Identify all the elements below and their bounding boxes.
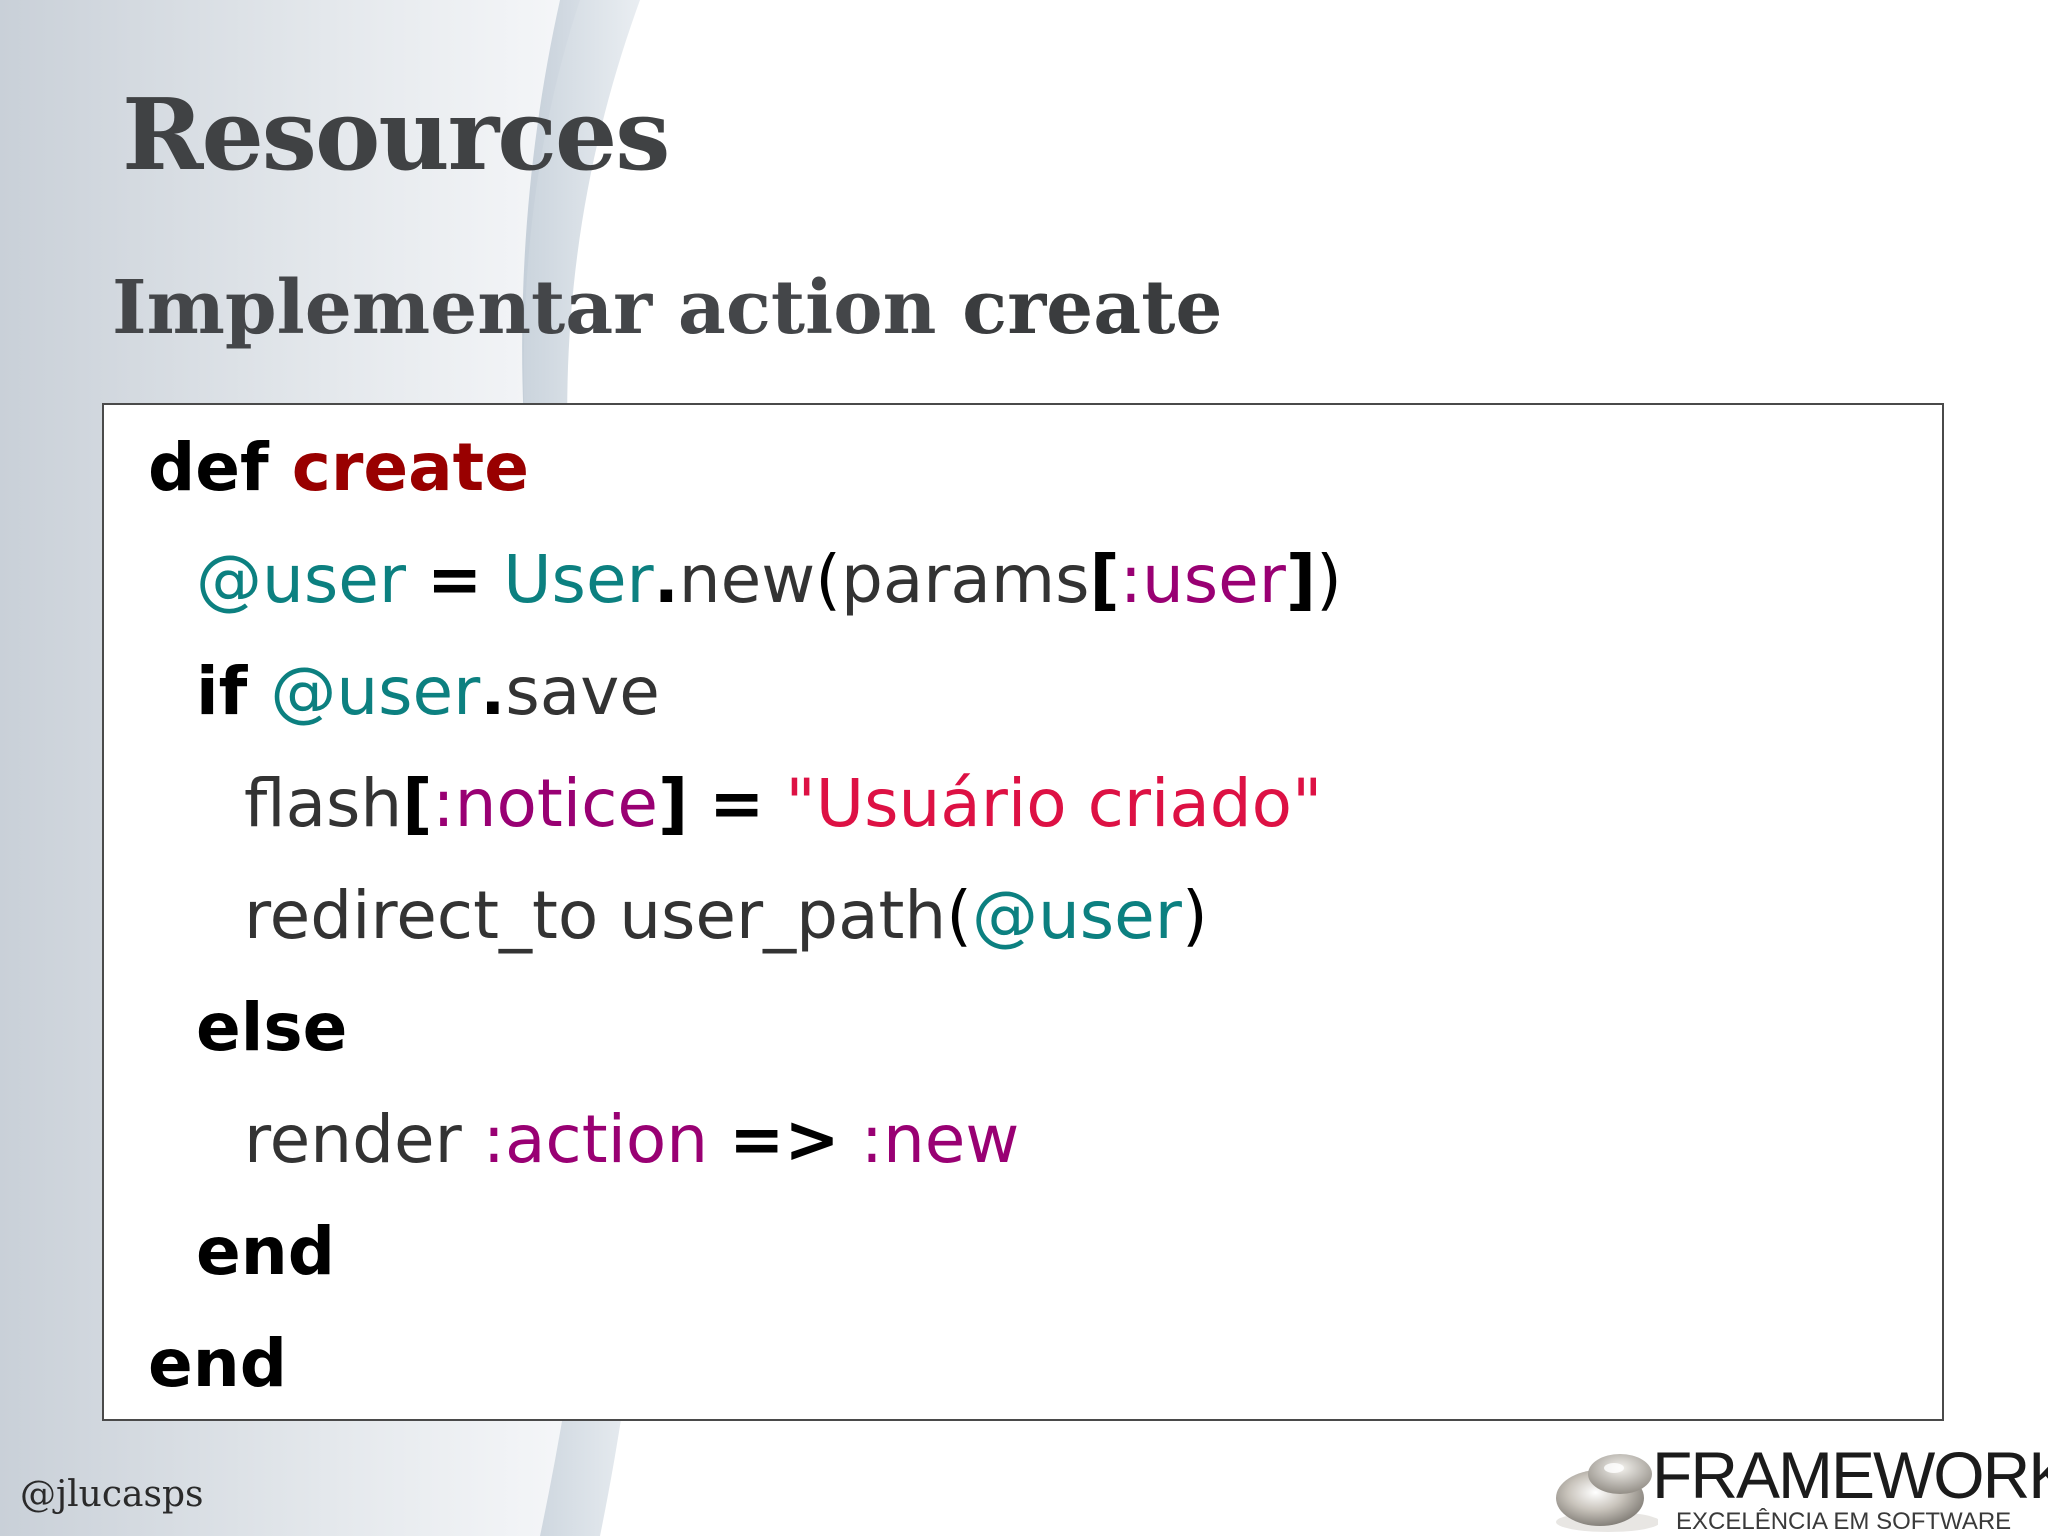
code-token-plain: render xyxy=(244,1101,483,1178)
code-line: if @user.save xyxy=(104,637,660,747)
subtitle-keyword: create xyxy=(962,265,1223,351)
code-token-keyword: end xyxy=(196,1213,335,1290)
author-handle: @jlucasps xyxy=(20,1474,204,1515)
code-line: flash[:notice] = "Usuário criado" xyxy=(104,749,1322,859)
framework-logo: FRAMEWORK EXCELÊNCIA EM SOFTWARE xyxy=(1548,1440,2048,1536)
code-token-symbol: :new xyxy=(860,1101,1020,1178)
code-token-symbol: :user xyxy=(1119,541,1286,618)
code-token-plain: redirect_to user_path xyxy=(244,877,947,954)
code-token-ivar: @user xyxy=(196,541,406,618)
code-line: @user = User.new(params[:user]) xyxy=(104,525,1342,635)
code-block: def create @user = User.new(params[:user]… xyxy=(102,403,1944,1421)
code-token-plain: new xyxy=(678,541,816,618)
code-token-operator: . xyxy=(653,541,679,618)
code-token-operator: => xyxy=(729,1101,840,1178)
code-token-ivar: @user xyxy=(971,877,1182,954)
code-token-operator: . xyxy=(480,653,506,730)
slide-title: Resources xyxy=(122,78,670,193)
subtitle-prefix: Implementar action xyxy=(112,265,963,351)
code-token-operator: ] xyxy=(1285,541,1317,618)
code-token-punct: ) xyxy=(1316,541,1342,618)
code-token-keyword: else xyxy=(196,989,348,1066)
code-token-keyword: def xyxy=(148,429,292,506)
code-line: redirect_to user_path(@user) xyxy=(104,861,1208,971)
code-line: render :action => :new xyxy=(104,1085,1019,1195)
code-token-operator: [ xyxy=(1089,541,1120,618)
code-token-symbol: :action xyxy=(482,1101,709,1178)
code-token-operator: = xyxy=(426,541,483,618)
code-token-function: create xyxy=(291,429,529,506)
code-token-punct: ( xyxy=(815,541,841,618)
disc-logo-icon xyxy=(1556,1454,1658,1532)
slide-subtitle: Implementar action create xyxy=(112,265,1223,351)
code-line: else xyxy=(104,973,347,1083)
code-token-punct: ( xyxy=(946,877,972,954)
code-token-operator: ] xyxy=(657,765,689,842)
code-token-ivar: @user xyxy=(270,653,481,730)
code-token-plain: params xyxy=(840,541,1090,618)
code-token-keyword: end xyxy=(148,1325,287,1402)
code-token-constant: User xyxy=(503,541,654,618)
code-line: end xyxy=(104,1197,335,1307)
code-token-keyword: if xyxy=(196,653,271,730)
code-line: def create xyxy=(104,413,529,523)
code-token-operator: [ xyxy=(402,765,433,842)
logo-name: FRAMEWORK xyxy=(1652,1438,2048,1512)
code-token-operator: = xyxy=(709,765,765,842)
code-token-symbol: :notice xyxy=(432,765,658,842)
code-token-punct: ) xyxy=(1181,877,1208,954)
code-token-string: "Usuário criado" xyxy=(785,765,1323,842)
code-token-plain: save xyxy=(505,653,660,730)
logo-tagline: EXCELÊNCIA EM SOFTWARE xyxy=(1676,1508,2012,1535)
code-token-plain: flash xyxy=(244,765,403,842)
code-line: end xyxy=(104,1309,287,1419)
